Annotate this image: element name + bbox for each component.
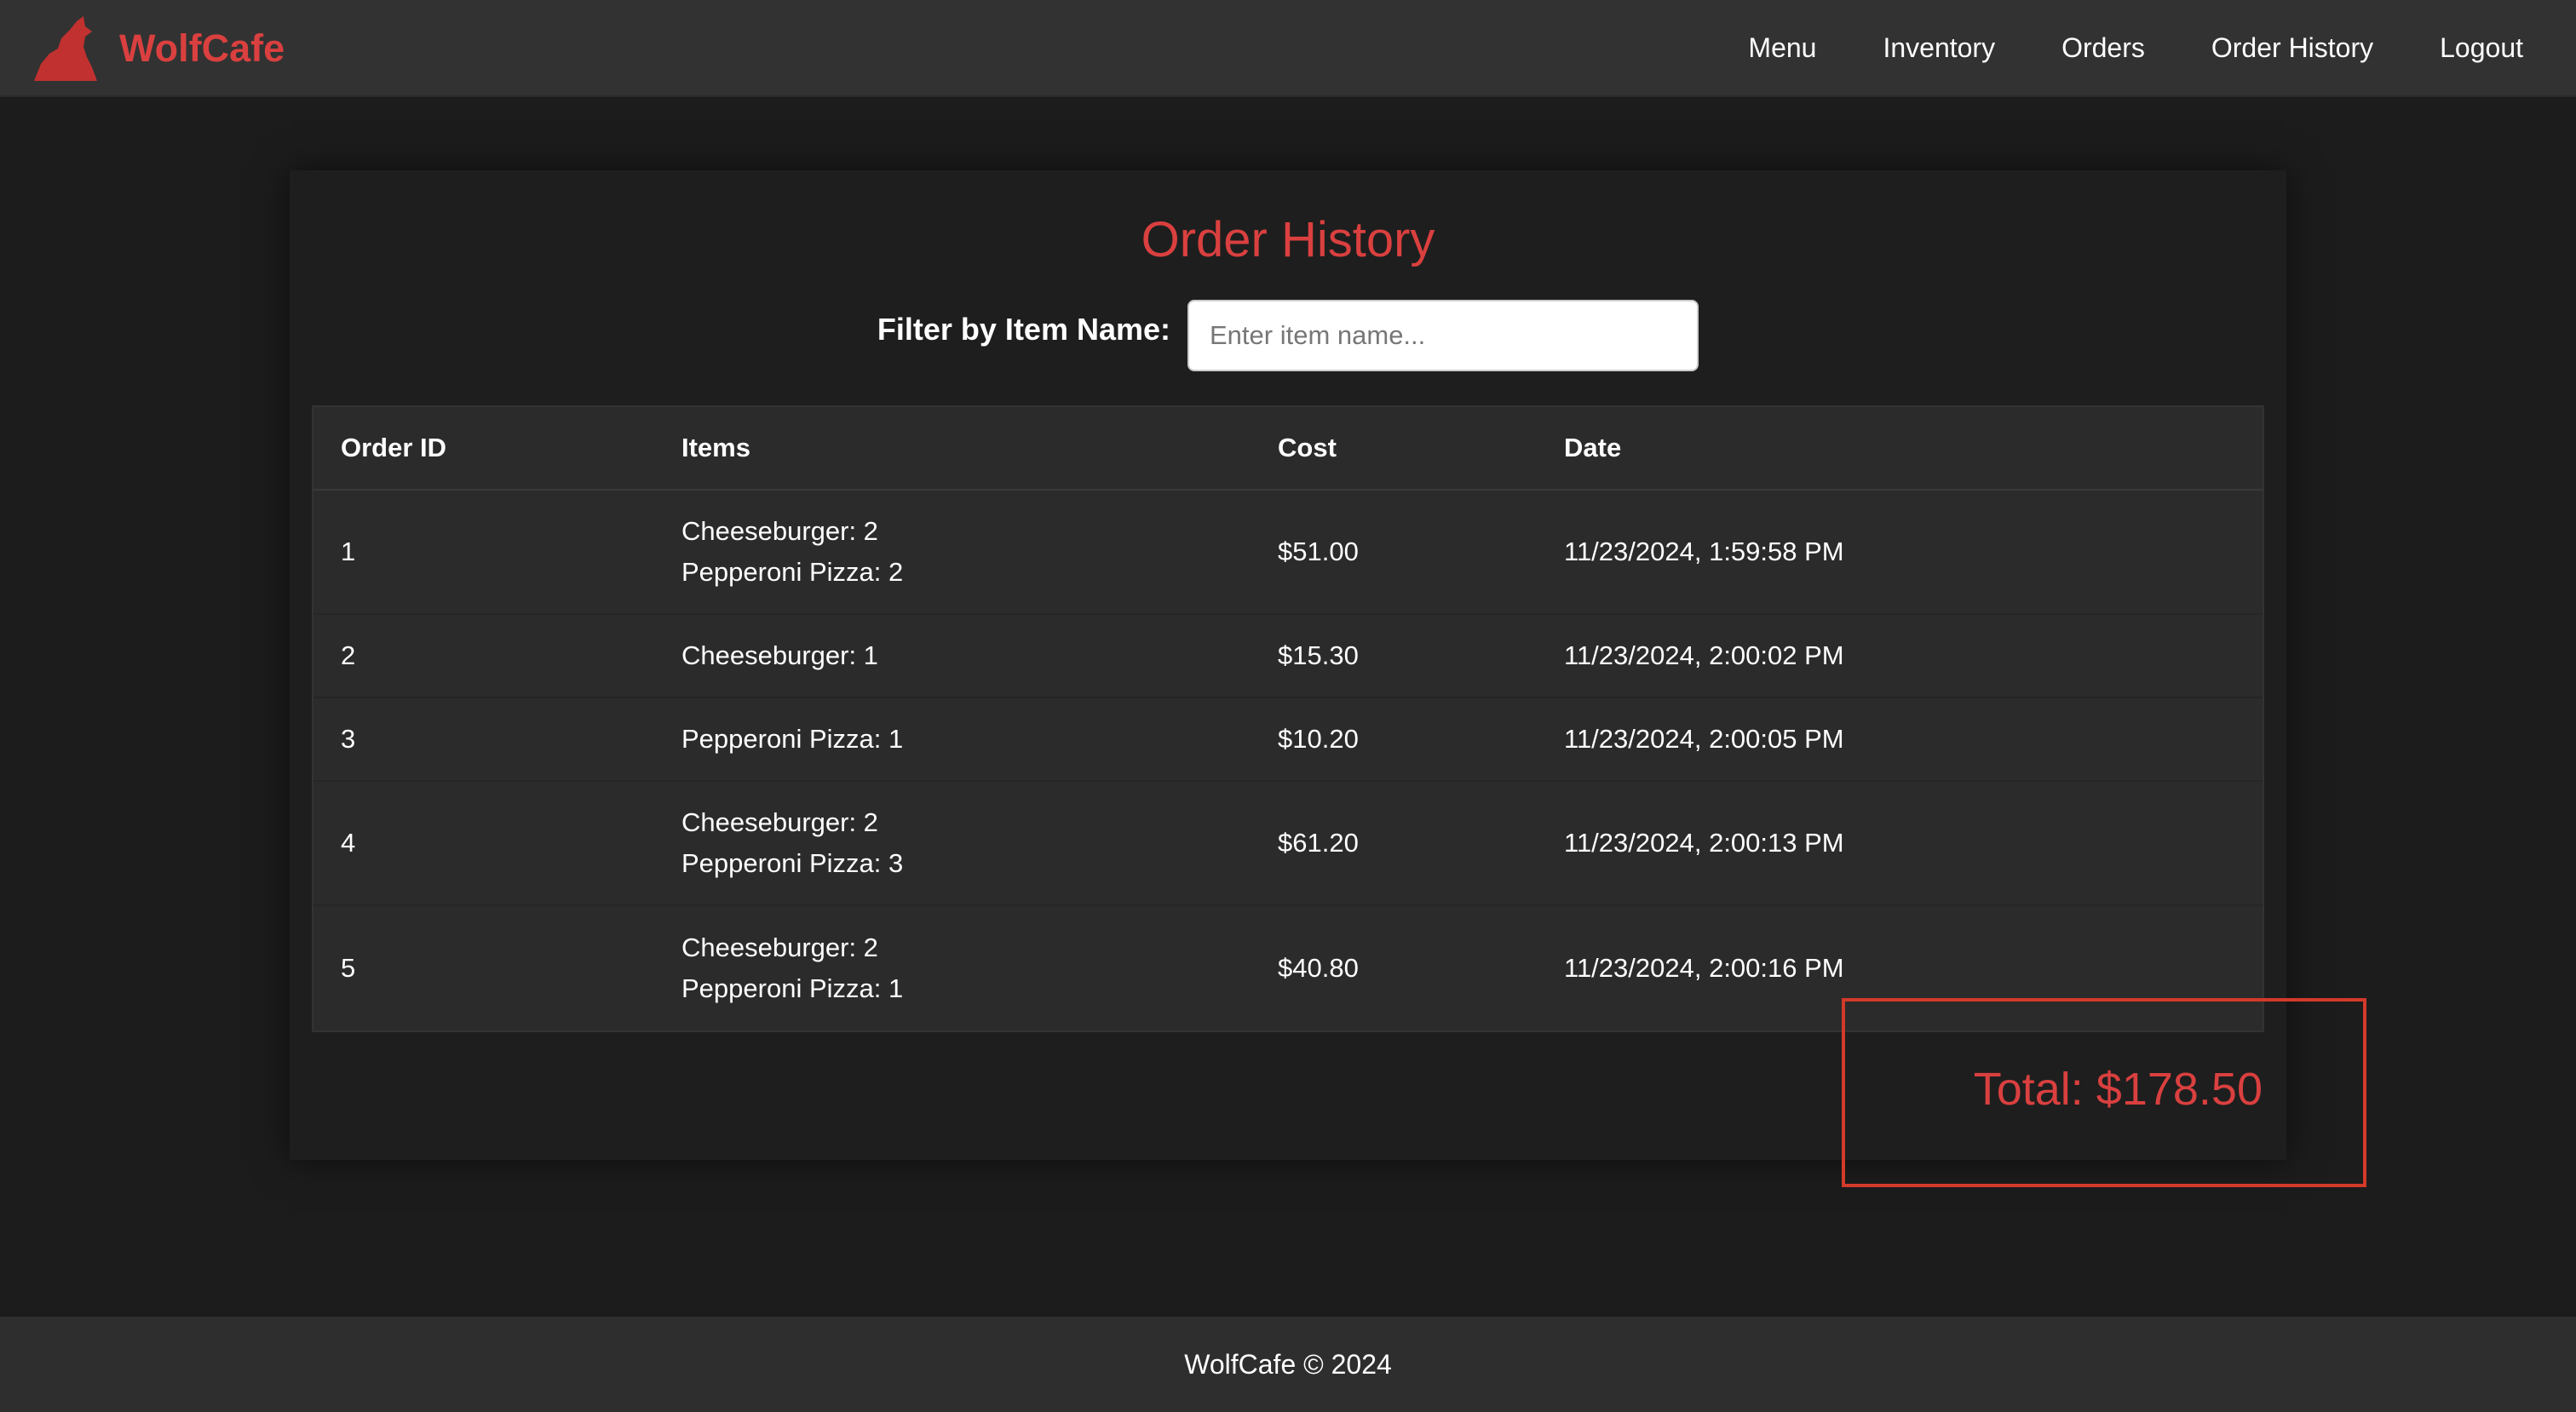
item-name-filter-input[interactable] — [1187, 300, 1699, 371]
wolf-logo-icon — [34, 16, 97, 81]
order-id-cell: 4 — [341, 828, 356, 858]
order-id-cell: 1 — [341, 537, 356, 566]
date-cell: 11/23/2024, 2:00:13 PM — [1564, 828, 1844, 858]
filter-row: Filter by Item Name: — [0, 300, 2576, 371]
nav-links: Menu Inventory Orders Order History Logo… — [1682, 0, 2523, 95]
table-header-row: Order ID Items Cost Date — [313, 407, 2263, 491]
item-line: Cheeseburger: 1 — [681, 640, 878, 670]
date-cell: 11/23/2024, 2:00:05 PM — [1564, 724, 1844, 754]
nav-inventory-link[interactable]: Inventory — [1883, 32, 1995, 64]
nav-order-history-link[interactable]: Order History — [2211, 32, 2373, 64]
brand[interactable]: WolfCafe — [32, 12, 285, 85]
order-history-table: Order ID Items Cost Date 1 Cheeseburger:… — [312, 405, 2264, 1032]
header-date: Date — [1564, 433, 1622, 462]
date-cell: 11/23/2024, 1:59:58 PM — [1564, 537, 1844, 566]
top-navbar: WolfCafe Menu Inventory Orders Order His… — [0, 0, 2576, 97]
header-order-id: Order ID — [341, 433, 447, 462]
header-items: Items — [681, 433, 750, 462]
filter-label: Filter by Item Name: — [877, 312, 1170, 347]
footer-copyright: WolfCafe © 2024 — [1184, 1348, 1392, 1380]
page-title: Order History — [1141, 212, 1435, 267]
order-id-cell: 3 — [341, 724, 356, 754]
items-cell: Cheeseburger: 2 Pepperoni Pizza: 2 — [681, 491, 903, 613]
brand-name: WolfCafe — [119, 26, 285, 70]
table-row: 4 Cheeseburger: 2 Pepperoni Pizza: 3 $61… — [313, 782, 2263, 906]
date-cell: 11/23/2024, 2:00:16 PM — [1564, 953, 1844, 983]
date-cell: 11/23/2024, 2:00:02 PM — [1564, 640, 1844, 670]
cost-cell: $10.20 — [1278, 724, 1359, 754]
total-highlight-box — [1842, 998, 2366, 1187]
items-cell: Cheeseburger: 2 Pepperoni Pizza: 3 — [681, 782, 903, 904]
order-id-cell: 5 — [341, 953, 356, 983]
items-cell: Cheeseburger: 2 Pepperoni Pizza: 1 — [681, 906, 903, 1030]
nav-orders-link[interactable]: Orders — [2061, 32, 2145, 64]
nav-logout-link[interactable]: Logout — [2440, 32, 2523, 64]
items-cell: Cheeseburger: 1 — [681, 615, 878, 697]
table-row: 1 Cheeseburger: 2 Pepperoni Pizza: 2 $51… — [313, 491, 2263, 615]
item-line: Pepperoni Pizza: 1 — [681, 973, 904, 1003]
item-line: Cheeseburger: 2 — [681, 516, 878, 546]
items-cell: Pepperoni Pizza: 1 — [681, 698, 903, 780]
item-line: Pepperoni Pizza: 3 — [681, 848, 904, 878]
order-id-cell: 2 — [341, 640, 356, 670]
item-line: Pepperoni Pizza: 1 — [681, 724, 904, 754]
item-line: Cheeseburger: 2 — [681, 933, 878, 962]
table-row: 2 Cheeseburger: 1 $15.30 11/23/2024, 2:0… — [313, 615, 2263, 698]
item-line: Pepperoni Pizza: 2 — [681, 557, 904, 587]
cost-cell: $40.80 — [1278, 953, 1359, 983]
table-row: 3 Pepperoni Pizza: 1 $10.20 11/23/2024, … — [313, 698, 2263, 782]
cost-cell: $15.30 — [1278, 640, 1359, 670]
header-cost: Cost — [1278, 433, 1337, 462]
cost-cell: $61.20 — [1278, 828, 1359, 858]
footer: WolfCafe © 2024 — [0, 1317, 2576, 1412]
cost-cell: $51.00 — [1278, 537, 1359, 566]
item-line: Cheeseburger: 2 — [681, 807, 878, 837]
nav-menu-link[interactable]: Menu — [1748, 32, 1816, 64]
